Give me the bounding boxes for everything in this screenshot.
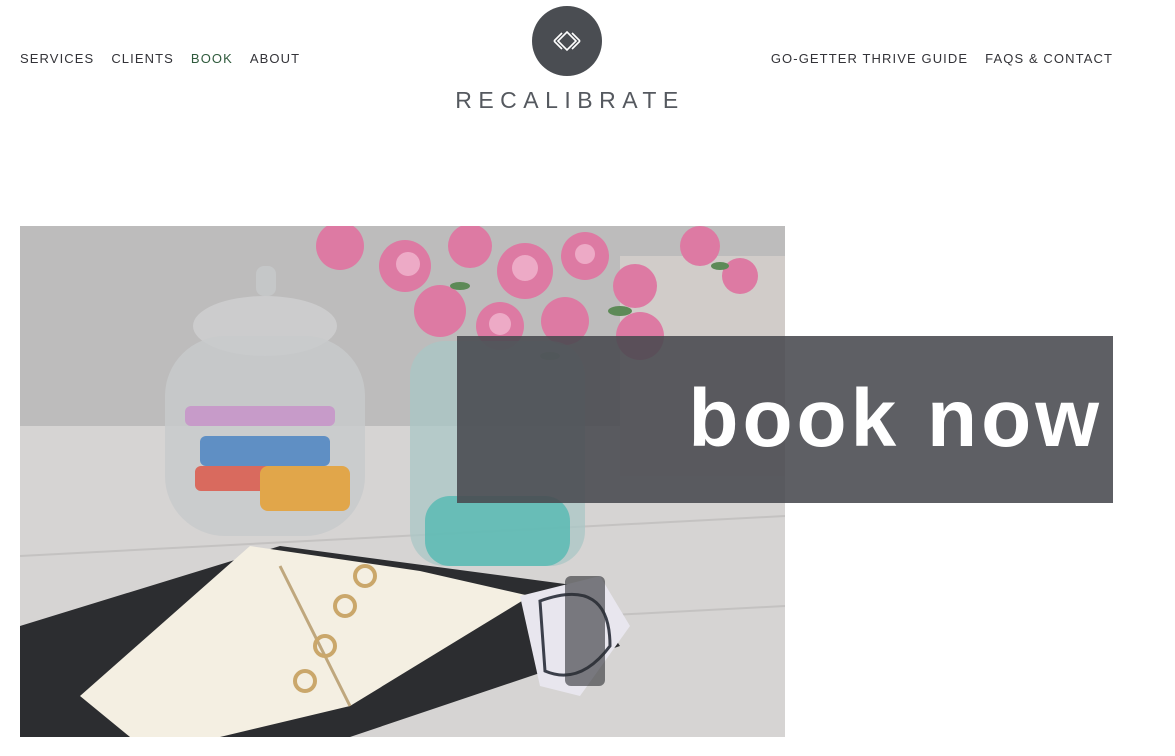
site-logo[interactable]: RECALIBRATE: [446, 6, 688, 114]
nav-item-clients[interactable]: CLIENTS: [111, 51, 174, 66]
nav-item-faqs-contact[interactable]: FAQS & CONTACT: [985, 51, 1113, 66]
logo-wordmark: RECALIBRATE: [455, 87, 685, 113]
nav-item-book[interactable]: BOOK: [191, 51, 233, 66]
nav-item-about[interactable]: ABOUT: [250, 51, 300, 66]
nav-item-thrive-guide[interactable]: GO-GETTER THRIVE GUIDE: [771, 51, 968, 66]
primary-nav-right: GO-GETTER THRIVE GUIDE FAQS & CONTACT: [771, 51, 1113, 66]
nav-item-services[interactable]: SERVICES: [20, 51, 94, 66]
diamond-arrows-icon: [532, 6, 602, 76]
primary-nav-left: SERVICES CLIENTS BOOK ABOUT: [20, 51, 300, 66]
page: SERVICES CLIENTS BOOK ABOUT RECALIBRATE …: [0, 0, 1175, 756]
book-now-label: book now: [688, 373, 1103, 464]
book-now-banner[interactable]: book now: [457, 336, 1113, 503]
